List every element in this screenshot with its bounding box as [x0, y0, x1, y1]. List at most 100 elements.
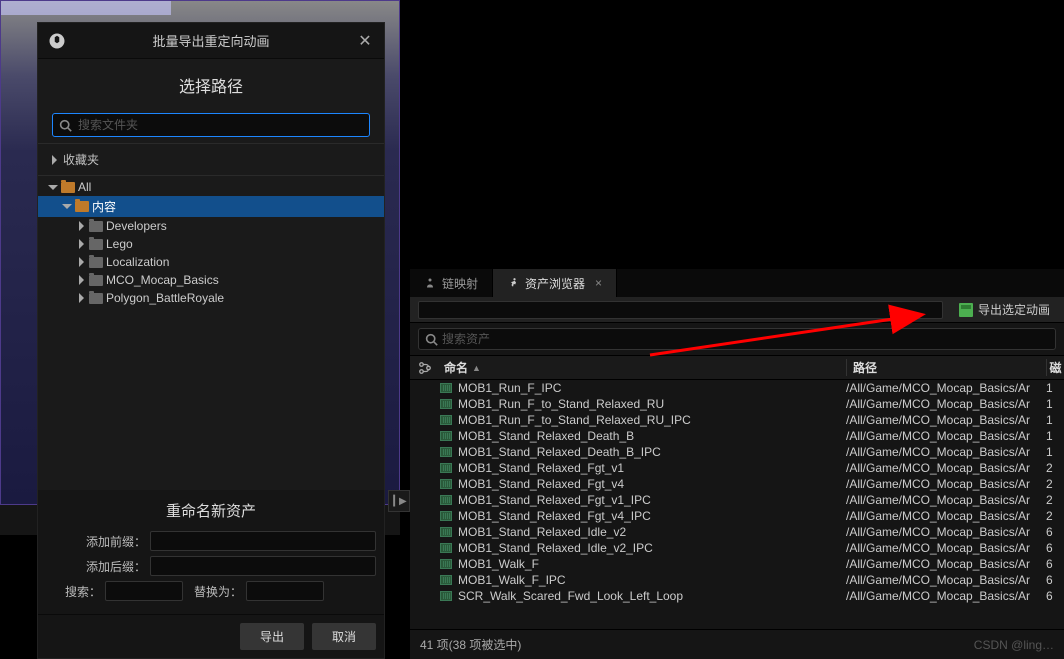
asset-row[interactable]: MOB1_Run_F_to_Stand_Relaxed_RU/All/Game/… — [410, 396, 1064, 412]
tabs-row: 链映射 资产浏览器 × — [410, 269, 1064, 297]
column-path-header[interactable]: 路径 — [846, 359, 1046, 376]
animation-icon — [440, 495, 452, 505]
asset-row[interactable]: MOB1_Stand_Relaxed_Idle_v2_IPC/All/Game/… — [410, 540, 1064, 556]
asset-row[interactable]: MOB1_Stand_Relaxed_Fgt_v1_IPC/All/Game/M… — [410, 492, 1064, 508]
folder-tree: All 内容 Developers LegoLocalizationMCO_Mocap… — [38, 176, 384, 490]
asset-row[interactable]: MOB1_Stand_Relaxed_Fgt_v4/All/Game/MCO_M… — [410, 476, 1064, 492]
asset-row[interactable]: MOB1_Walk_F_IPC/All/Game/MCO_Mocap_Basic… — [410, 572, 1064, 588]
asset-row[interactable]: MOB1_Stand_Relaxed_Death_B/All/Game/MCO_… — [410, 428, 1064, 444]
search-icon — [59, 119, 72, 132]
search-field-input[interactable] — [105, 581, 183, 601]
folder-icon — [89, 257, 103, 268]
toolbar-search[interactable] — [418, 301, 943, 319]
asset-row[interactable]: MOB1_Run_F_to_Stand_Relaxed_RU_IPC/All/G… — [410, 412, 1064, 428]
tree-item-lego[interactable]: Lego — [38, 235, 384, 253]
asset-path: /All/Game/MCO_Mocap_Basics/Ar — [846, 429, 1046, 443]
folder-icon — [89, 239, 103, 250]
tree-item-polygon_battleroyale[interactable]: Polygon_BattleRoyale — [38, 289, 384, 307]
asset-row[interactable]: MOB1_Stand_Relaxed_Fgt_v4_IPC/All/Game/M… — [410, 508, 1064, 524]
chevron-down-icon[interactable] — [62, 204, 72, 209]
asset-search-box[interactable] — [418, 328, 1056, 350]
tree-label: Developers — [106, 219, 167, 233]
disk-icon — [959, 303, 973, 317]
search-icon — [425, 333, 438, 346]
animation-icon — [440, 399, 452, 409]
tree-item-内容[interactable]: 内容 — [38, 196, 384, 217]
rename-section: 重命名新资产 添加前缀： 添加后缀： 搜索： 替换为： — [38, 490, 384, 614]
tree-label: 内容 — [92, 198, 116, 215]
tree-item-mco_mocap_basics[interactable]: MCO_Mocap_Basics — [38, 271, 384, 289]
chevron-right-icon — [52, 155, 57, 165]
asset-name: MOB1_Walk_F — [458, 557, 846, 571]
prefix-input[interactable] — [150, 531, 376, 551]
asset-row[interactable]: MOB1_Run_F_IPC/All/Game/MCO_Mocap_Basics… — [410, 380, 1064, 396]
folder-search-input[interactable] — [78, 118, 363, 132]
asset-ext: 1 — [1046, 397, 1064, 411]
asset-row[interactable]: MOB1_Stand_Relaxed_Death_B_IPC/All/Game/… — [410, 444, 1064, 460]
folder-search-box[interactable] — [52, 113, 370, 137]
prefix-row: 添加前缀： — [46, 531, 376, 551]
tab-chain-mapping[interactable]: 链映射 — [410, 269, 493, 297]
asset-name: MOB1_Stand_Relaxed_Idle_v2_IPC — [458, 541, 846, 555]
dialog-buttons: 导出 取消 — [38, 614, 384, 658]
asset-ext: 2 — [1046, 493, 1064, 507]
asset-ext: 6 — [1046, 541, 1064, 555]
folder-icon — [61, 182, 75, 193]
asset-ext: 6 — [1046, 589, 1064, 603]
tab-close-icon[interactable]: × — [595, 276, 602, 290]
asset-row[interactable]: MOB1_Stand_Relaxed_Idle_v2/All/Game/MCO_… — [410, 524, 1064, 540]
folder-icon — [89, 293, 103, 304]
asset-ext: 1 — [1046, 429, 1064, 443]
tree-item-developers[interactable]: Developers — [38, 217, 384, 235]
export-selected-label: 导出选定动画 — [978, 301, 1050, 318]
export-selected-button[interactable]: 导出选定动画 — [953, 299, 1056, 320]
favorites-row[interactable]: 收藏夹 — [38, 143, 384, 176]
replace-label: 替换为： — [187, 583, 242, 600]
asset-path: /All/Game/MCO_Mocap_Basics/Ar — [846, 461, 1046, 475]
asset-search-input[interactable] — [442, 332, 1049, 346]
asset-name: MOB1_Stand_Relaxed_Fgt_v4 — [458, 477, 846, 491]
asset-ext: 1 — [1046, 381, 1064, 395]
animation-icon — [440, 463, 452, 473]
tree-item-localization[interactable]: Localization — [38, 253, 384, 271]
export-button[interactable]: 导出 — [240, 623, 304, 650]
asset-row[interactable]: SCR_Walk_Scared_Fwd_Look_Left_Loop/All/G… — [410, 588, 1064, 604]
asset-path: /All/Game/MCO_Mocap_Basics/Ar — [846, 397, 1046, 411]
asset-row[interactable]: MOB1_Stand_Relaxed_Fgt_v1/All/Game/MCO_M… — [410, 460, 1064, 476]
animation-icon — [440, 415, 452, 425]
replace-input[interactable] — [246, 581, 324, 601]
chevron-right-icon[interactable] — [76, 239, 86, 249]
asset-row[interactable]: MOB1_Walk_F/All/Game/MCO_Mocap_Basics/Ar… — [410, 556, 1064, 572]
chevron-right-icon[interactable] — [76, 293, 86, 303]
asset-ext: 6 — [1046, 557, 1064, 571]
asset-ext: 6 — [1046, 573, 1064, 587]
asset-path: /All/Game/MCO_Mocap_Basics/Ar — [846, 413, 1046, 427]
tree-label: Polygon_BattleRoyale — [106, 291, 224, 305]
search-row — [38, 107, 384, 143]
chevron-right-icon[interactable] — [76, 221, 86, 231]
asset-name: MOB1_Run_F_to_Stand_Relaxed_RU — [458, 397, 846, 411]
asset-path: /All/Game/MCO_Mocap_Basics/Ar — [846, 541, 1046, 555]
cancel-button[interactable]: 取消 — [312, 623, 376, 650]
run-icon — [507, 277, 519, 289]
close-icon[interactable]: ✕ — [356, 32, 374, 50]
tab-asset-browser[interactable]: 资产浏览器 × — [493, 269, 617, 297]
chevron-right-icon[interactable] — [76, 257, 86, 267]
viewport-highlight — [1, 1, 171, 15]
suffix-input[interactable] — [150, 556, 376, 576]
suffix-label: 添加后缀： — [46, 558, 146, 575]
branch-icon — [418, 361, 432, 375]
column-ext-header[interactable]: 磁 — [1046, 359, 1064, 376]
chevron-right-icon[interactable] — [76, 275, 86, 285]
expand-handle[interactable]: ▎▶ — [388, 490, 410, 512]
asset-path: /All/Game/MCO_Mocap_Basics/Ar — [846, 525, 1046, 539]
chevron-down-icon[interactable] — [48, 185, 58, 190]
column-branch[interactable] — [410, 361, 440, 375]
tree-item-all[interactable]: All — [38, 178, 384, 196]
asset-footer: 41 项(38 项被选中) CSDN @ling… — [410, 629, 1064, 659]
column-name-header[interactable]: 命名 ▲ — [440, 359, 846, 376]
asset-name: MOB1_Stand_Relaxed_Death_B_IPC — [458, 445, 846, 459]
toolbar-row: 导出选定动画 — [410, 297, 1064, 323]
asset-search-row — [410, 323, 1064, 356]
dialog-titlebar[interactable]: 批量导出重定向动画 ✕ — [38, 23, 384, 59]
